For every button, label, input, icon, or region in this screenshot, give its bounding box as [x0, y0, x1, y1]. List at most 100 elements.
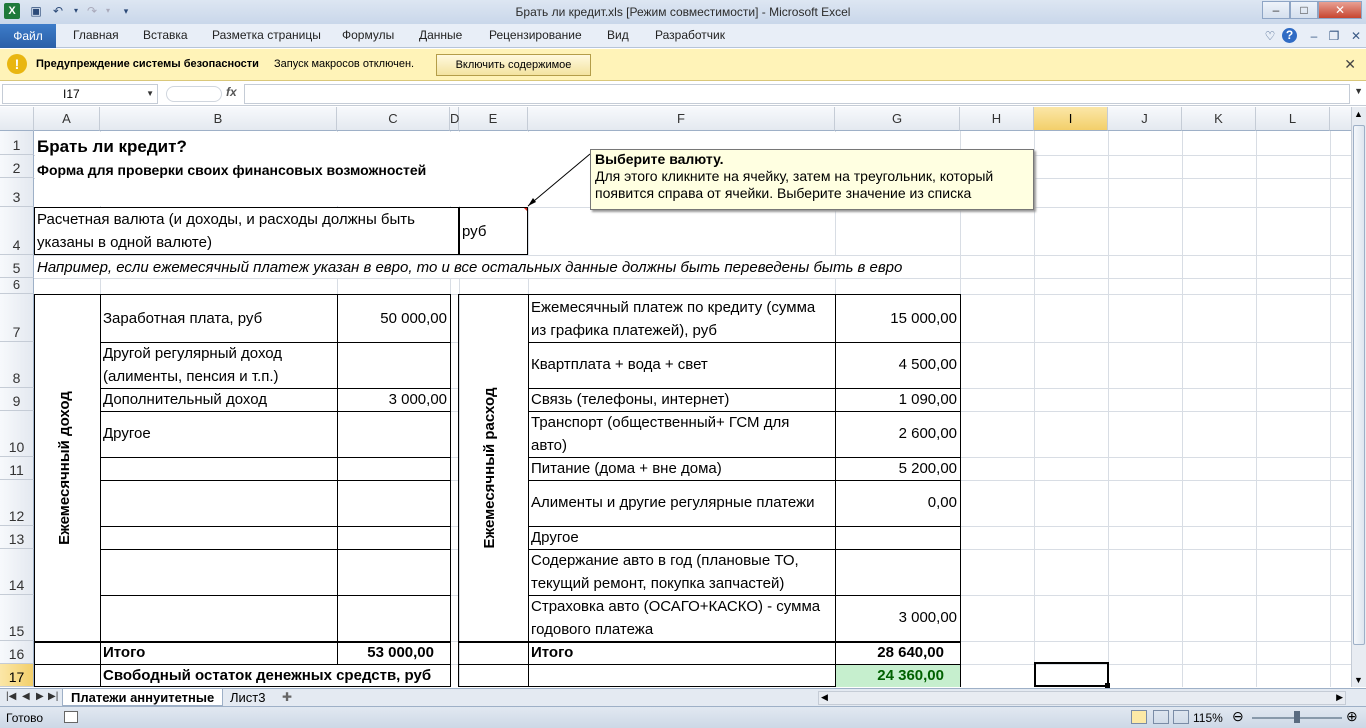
formula-bar-splitter[interactable] — [166, 86, 222, 102]
sheet-tab-list3[interactable]: Лист3 — [222, 689, 273, 706]
column-header-a[interactable]: A — [34, 107, 100, 131]
active-cell-i17[interactable] — [1034, 662, 1109, 687]
column-header-b[interactable]: B — [100, 107, 337, 131]
row-header-16[interactable]: 16 — [0, 641, 34, 664]
free-balance-value[interactable]: 24 360,00 — [835, 664, 947, 687]
row-header-1[interactable]: 1 — [0, 131, 34, 155]
sheet-title[interactable]: Брать ли кредит? — [34, 135, 190, 158]
tab-home[interactable]: Главная — [73, 28, 119, 42]
close-window-button[interactable]: ✕ — [1318, 1, 1362, 19]
scroll-right-icon[interactable]: ▶ — [1336, 692, 1343, 703]
row-header-8[interactable]: 8 — [0, 342, 34, 388]
example-note[interactable]: Например, если ежемесячный платеж указан… — [34, 256, 905, 279]
expense-label-loan[interactable]: Ежемесячный платеж по кредиту (сумма из … — [528, 296, 835, 342]
row-header-9[interactable]: 9 — [0, 388, 34, 411]
zoom-slider-thumb[interactable] — [1294, 711, 1300, 723]
zoom-level[interactable]: 115% — [1193, 711, 1223, 725]
row-header-15[interactable]: 15 — [0, 595, 34, 641]
expense-total-value[interactable]: 28 640,00 — [835, 641, 947, 664]
sheet-tab-annuity[interactable]: Платежи аннуитетные — [62, 689, 224, 706]
sheet-subtitle[interactable]: Форма для проверки своих финансовых возм… — [34, 159, 429, 182]
tab-page-layout[interactable]: Разметка страницы — [212, 28, 321, 42]
free-balance-label[interactable]: Свободный остаток денежных средств, руб — [100, 664, 434, 687]
expense-label-transport[interactable]: Транспорт (общественный+ ГСМ для авто) — [528, 411, 818, 457]
vertical-scroll-thumb[interactable] — [1353, 125, 1365, 645]
page-break-view-icon[interactable] — [1173, 710, 1189, 724]
expand-formula-icon[interactable]: ▼ — [1354, 86, 1363, 96]
expense-value-alimony[interactable]: 0,00 — [835, 491, 960, 514]
row-header-2[interactable]: 2 — [0, 155, 34, 178]
column-header-j[interactable]: J — [1108, 107, 1182, 131]
expense-section-label[interactable]: Ежемесячный расход — [481, 344, 505, 592]
expense-label-communication[interactable]: Связь (телефоны, интернет) — [528, 388, 732, 411]
formula-input[interactable] — [244, 84, 1350, 104]
next-sheet-icon[interactable]: ▶ — [36, 691, 44, 702]
tab-developer[interactable]: Разработчик — [655, 28, 725, 42]
cell-comment[interactable]: Выберите валюту. Для этого кликните на я… — [590, 149, 1034, 210]
column-header-k[interactable]: K — [1182, 107, 1256, 131]
income-total-value[interactable]: 53 000,00 — [337, 641, 437, 664]
tab-formulas[interactable]: Формулы — [342, 28, 394, 42]
help-icon[interactable]: ? — [1282, 28, 1297, 43]
income-value-salary[interactable]: 50 000,00 — [337, 307, 450, 330]
expense-label-car-maintenance[interactable]: Содержание авто в год (плановые ТО, теку… — [528, 549, 818, 595]
column-header-m[interactable] — [1330, 107, 1351, 131]
enable-content-button[interactable]: Включить содержимое — [436, 54, 591, 76]
expense-value-car-insurance[interactable]: 3 000,00 — [835, 606, 960, 629]
insert-sheet-icon[interactable]: ✚ — [282, 690, 292, 704]
page-layout-view-icon[interactable] — [1153, 710, 1169, 724]
column-header-d[interactable]: D — [450, 107, 459, 131]
column-header-f[interactable]: F — [528, 107, 835, 131]
column-header-e[interactable]: E — [459, 107, 528, 131]
row-header-17[interactable]: 17 — [0, 664, 34, 687]
income-label-additional[interactable]: Дополнительный доход — [100, 388, 270, 411]
row-header-14[interactable]: 14 — [0, 549, 34, 595]
chevron-down-icon[interactable]: ▼ — [146, 85, 154, 103]
select-all-corner[interactable] — [0, 107, 34, 131]
horizontal-scrollbar[interactable]: ◀ ▶ — [818, 691, 1346, 705]
row-header-11[interactable]: 11 — [0, 457, 34, 480]
expense-value-communication[interactable]: 1 090,00 — [835, 388, 960, 411]
zoom-out-icon[interactable]: ⊖ — [1232, 708, 1244, 725]
vertical-scrollbar[interactable]: ▲ ▼ — [1351, 107, 1366, 687]
column-header-c[interactable]: C — [337, 107, 450, 131]
zoom-in-icon[interactable]: ⊕ — [1346, 708, 1358, 725]
row-header-13[interactable]: 13 — [0, 526, 34, 549]
column-header-i[interactable]: I — [1034, 107, 1108, 131]
row-header-12[interactable]: 12 — [0, 480, 34, 526]
tab-review[interactable]: Рецензирование — [489, 28, 582, 42]
expense-value-utilities[interactable]: 4 500,00 — [835, 353, 960, 376]
expense-label-food[interactable]: Питание (дома + вне дома) — [528, 457, 725, 480]
close-workbook-icon[interactable]: ✕ — [1348, 28, 1364, 44]
tab-data[interactable]: Данные — [419, 28, 462, 42]
income-label-other[interactable]: Другое — [100, 422, 154, 445]
income-label-salary[interactable]: Заработная плата, руб — [100, 307, 265, 330]
income-section-label[interactable]: Ежемесячный доход — [56, 344, 80, 592]
expense-label-other[interactable]: Другое — [528, 526, 582, 549]
expense-value-food[interactable]: 5 200,00 — [835, 457, 960, 480]
expense-value-loan[interactable]: 15 000,00 — [835, 307, 960, 330]
expense-label-alimony[interactable]: Алименты и другие регулярные платежи — [528, 491, 818, 514]
normal-view-icon[interactable] — [1131, 710, 1147, 724]
row-header-3[interactable]: 3 — [0, 178, 34, 207]
expense-label-car-insurance[interactable]: Страховка авто (ОСАГО+КАСКО) - сумма год… — [528, 595, 828, 641]
collapse-ribbon-icon[interactable]: ♡ — [1262, 28, 1278, 44]
row-header-6[interactable]: 6 — [0, 277, 34, 294]
row-header-5[interactable]: 5 — [0, 255, 34, 278]
close-icon[interactable]: ✕ — [1344, 56, 1356, 73]
maximize-button[interactable]: □ — [1290, 1, 1318, 19]
macro-record-icon[interactable] — [64, 711, 78, 723]
column-header-h[interactable]: H — [960, 107, 1034, 131]
column-header-l[interactable]: L — [1256, 107, 1330, 131]
expense-total-label[interactable]: Итого — [528, 641, 576, 664]
expense-label-utilities[interactable]: Квартплата + вода + свет — [528, 353, 711, 376]
scroll-up-icon[interactable]: ▲ — [1354, 109, 1363, 119]
row-header-4[interactable]: 4 — [0, 207, 34, 255]
column-header-g[interactable]: G — [835, 107, 960, 131]
first-sheet-icon[interactable]: |◀ — [6, 691, 16, 702]
row-header-10[interactable]: 10 — [0, 411, 34, 457]
minimize-workbook-icon[interactable]: – — [1306, 28, 1322, 44]
prev-sheet-icon[interactable]: ◀ — [22, 691, 30, 702]
minimize-button[interactable]: – — [1262, 1, 1290, 19]
income-value-additional[interactable]: 3 000,00 — [337, 388, 450, 411]
